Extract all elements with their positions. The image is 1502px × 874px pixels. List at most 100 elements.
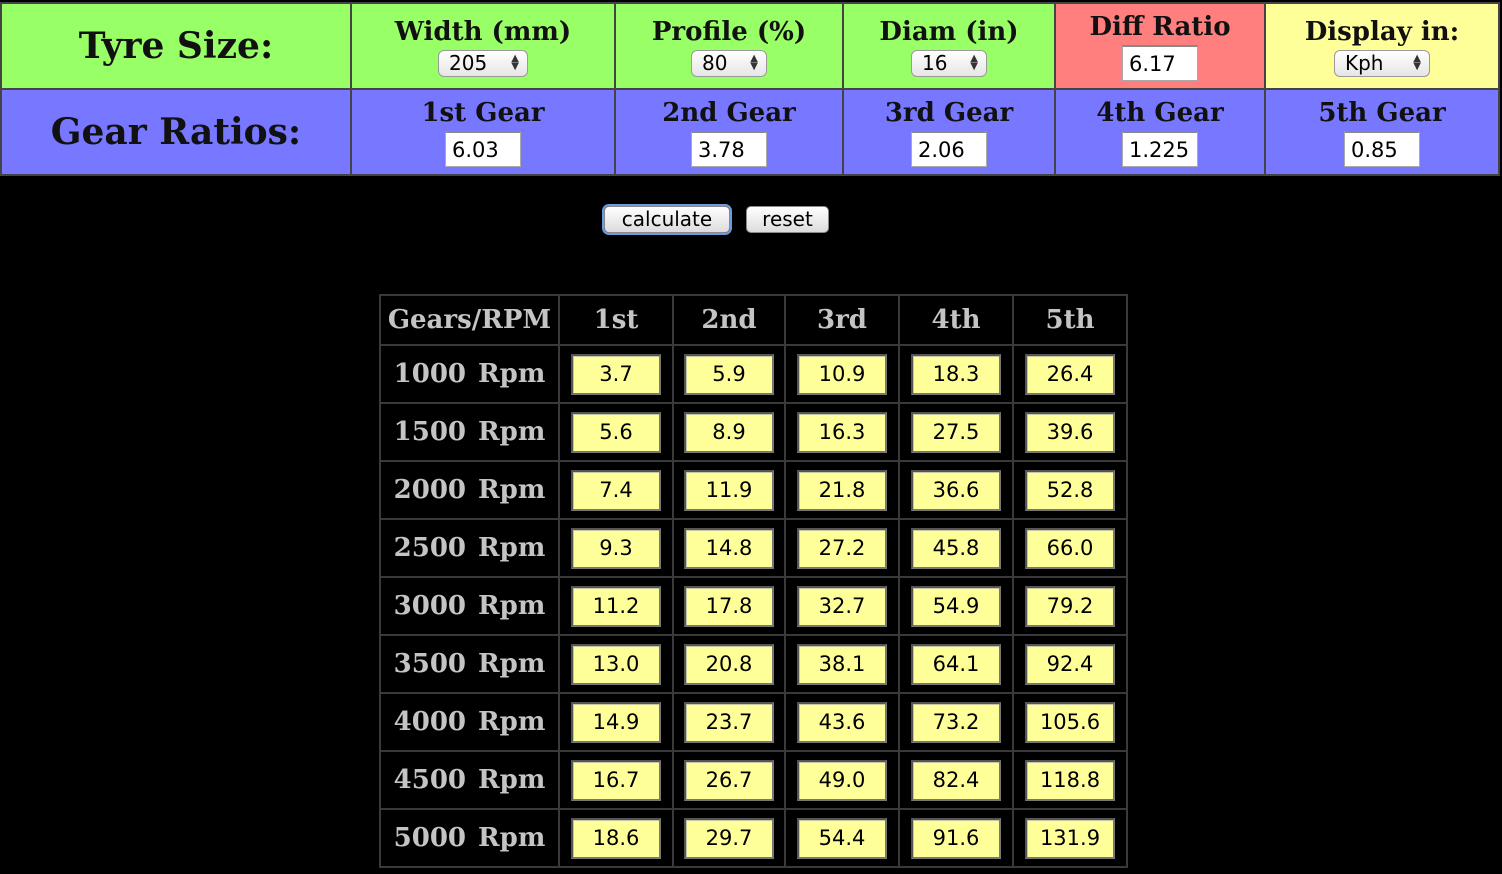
- rpm-value: 3500: [393, 649, 467, 679]
- table-row: 3500 Rpm 13.0 20.8 38.1 64.1 92.4: [379, 634, 1128, 694]
- rpm-unit: Rpm: [478, 707, 546, 737]
- speed-value-field[interactable]: 118.8: [1025, 759, 1115, 801]
- speed-value-field[interactable]: 39.6: [1025, 411, 1115, 453]
- speed-cell: 92.4: [1012, 634, 1128, 694]
- speed-cell: 16.3: [784, 402, 900, 462]
- speed-value-field[interactable]: 105.6: [1025, 701, 1115, 743]
- speed-value-field[interactable]: 36.6: [911, 469, 1001, 511]
- diam-select[interactable]: 16 ▲ ▼: [911, 49, 987, 77]
- speed-value-field[interactable]: 49.0: [797, 759, 887, 801]
- reset-button[interactable]: reset: [746, 206, 829, 233]
- speed-value-field[interactable]: 16.3: [797, 411, 887, 453]
- table-row: 3000 Rpm 11.2 17.8 32.7 54.9 79.2: [379, 576, 1128, 636]
- speed-value-field[interactable]: 10.9: [797, 353, 887, 395]
- speed-value-field[interactable]: 14.9: [571, 701, 661, 743]
- speed-cell: 91.6: [898, 808, 1014, 868]
- gear-2-input[interactable]: 3.78: [691, 131, 767, 167]
- speed-value-field[interactable]: 13.0: [571, 643, 661, 685]
- tyre-size-row: Tyre Size: Width (mm) 205 ▲ ▼ Profile (%)…: [0, 2, 1500, 90]
- gear-1-label: 1st Gear: [421, 98, 545, 128]
- speed-value-field[interactable]: 27.2: [797, 527, 887, 569]
- speed-value-field[interactable]: 64.1: [911, 643, 1001, 685]
- calculate-button[interactable]: calculate: [604, 206, 730, 233]
- rpm-label-cell: 1500 Rpm: [379, 402, 560, 462]
- speed-value-field[interactable]: 5.9: [684, 353, 774, 395]
- rpm-value: 1500: [393, 417, 467, 447]
- speed-value-field[interactable]: 82.4: [911, 759, 1001, 801]
- speed-value-field[interactable]: 131.9: [1025, 817, 1115, 859]
- rpm-value: 1000: [393, 359, 467, 389]
- speed-value-field[interactable]: 45.8: [911, 527, 1001, 569]
- rpm-label-cell: 2000 Rpm: [379, 460, 560, 520]
- table-row: 4000 Rpm 14.9 23.7 43.6 73.2 105.6: [379, 692, 1128, 752]
- speed-value-field[interactable]: 7.4: [571, 469, 661, 511]
- speed-value-field[interactable]: 43.6: [797, 701, 887, 743]
- speed-value-field[interactable]: 17.8: [684, 585, 774, 627]
- gear-5-label: 5th Gear: [1318, 98, 1446, 128]
- width-label: Width (mm): [394, 16, 572, 47]
- header-gear-2: 2nd: [672, 294, 786, 346]
- speed-value-field[interactable]: 26.7: [684, 759, 774, 801]
- speed-value-field[interactable]: 38.1: [797, 643, 887, 685]
- speed-cell: 21.8: [784, 460, 900, 520]
- speed-value-field[interactable]: 3.7: [571, 353, 661, 395]
- gear-2-label: 2nd Gear: [662, 98, 796, 128]
- gear-1-cell: 1st Gear 6.03: [350, 88, 616, 176]
- speed-value-field[interactable]: 18.3: [911, 353, 1001, 395]
- speed-value-field[interactable]: 92.4: [1025, 643, 1115, 685]
- speed-value-field[interactable]: 79.2: [1025, 585, 1115, 627]
- speed-value-field[interactable]: 52.8: [1025, 469, 1115, 511]
- diff-ratio-input[interactable]: 6.17: [1122, 45, 1198, 81]
- speed-value-field[interactable]: 29.7: [684, 817, 774, 859]
- display-unit-select[interactable]: Kph ▲ ▼: [1334, 49, 1430, 77]
- speed-value-field[interactable]: 8.9: [684, 411, 774, 453]
- table-row: 2500 Rpm 9.3 14.8 27.2 45.8 66.0: [379, 518, 1128, 578]
- display-label: Display in:: [1304, 16, 1460, 47]
- speed-value-field[interactable]: 54.9: [911, 585, 1001, 627]
- header-gear-4: 4th: [898, 294, 1014, 346]
- speed-value-field[interactable]: 20.8: [684, 643, 774, 685]
- gear-ratios-title-cell: Gear Ratios:: [0, 88, 352, 176]
- speed-value-field[interactable]: 91.6: [911, 817, 1001, 859]
- select-arrows-icon: ▲ ▼: [1413, 53, 1421, 72]
- rpm-unit: Rpm: [478, 591, 546, 621]
- speed-value-field[interactable]: 18.6: [571, 817, 661, 859]
- diff-ratio-cell: Diff Ratio 6.17: [1054, 2, 1266, 90]
- speed-value-field[interactable]: 27.5: [911, 411, 1001, 453]
- speed-value-field[interactable]: 23.7: [684, 701, 774, 743]
- width-select[interactable]: 205 ▲ ▼: [438, 49, 528, 77]
- header-gear-1: 1st: [558, 294, 674, 346]
- speed-value-field[interactable]: 66.0: [1025, 527, 1115, 569]
- select-arrows-icon: ▲ ▼: [750, 53, 758, 72]
- gear-3-input[interactable]: 2.06: [911, 131, 987, 167]
- profile-select[interactable]: 80 ▲ ▼: [691, 49, 767, 77]
- speed-value-field[interactable]: 11.2: [571, 585, 661, 627]
- speed-value-field[interactable]: 54.4: [797, 817, 887, 859]
- speed-value-field[interactable]: 14.8: [684, 527, 774, 569]
- gear-ratios-row: Gear Ratios: 1st Gear 6.03 2nd Gear 3.78…: [0, 88, 1500, 176]
- speed-value-field[interactable]: 73.2: [911, 701, 1001, 743]
- settings-table: Tyre Size: Width (mm) 205 ▲ ▼ Profile (%)…: [0, 2, 1500, 176]
- speed-value-field[interactable]: 21.8: [797, 469, 887, 511]
- speed-cell: 11.9: [672, 460, 786, 520]
- gear-1-input[interactable]: 6.03: [445, 131, 521, 167]
- speed-value-field[interactable]: 5.6: [571, 411, 661, 453]
- speed-value-field[interactable]: 32.7: [797, 585, 887, 627]
- diam-cell: Diam (in) 16 ▲ ▼: [842, 2, 1056, 90]
- gear-5-input[interactable]: 0.85: [1344, 131, 1420, 167]
- display-cell: Display in: Kph ▲ ▼: [1264, 2, 1500, 90]
- results-body: 1000 Rpm 3.7 5.9 10.9 18.3 26.4 1500 Rpm 5.6 8.9 16…: [379, 344, 1128, 868]
- width-cell: Width (mm) 205 ▲ ▼: [350, 2, 616, 90]
- table-row: 2000 Rpm 7.4 11.9 21.8 36.6 52.8: [379, 460, 1128, 520]
- gear-4-input[interactable]: 1.225: [1122, 131, 1198, 167]
- header-gear-5: 5th: [1012, 294, 1128, 346]
- speed-cell: 9.3: [558, 518, 674, 578]
- speed-value-field[interactable]: 26.4: [1025, 353, 1115, 395]
- diff-ratio-label: Diff Ratio: [1089, 12, 1231, 42]
- profile-cell: Profile (%) 80 ▲ ▼: [614, 2, 844, 90]
- table-row: 1000 Rpm 3.7 5.9 10.9 18.3 26.4: [379, 344, 1128, 404]
- speed-value-field[interactable]: 9.3: [571, 527, 661, 569]
- speed-value-field[interactable]: 11.9: [684, 469, 774, 511]
- speed-value-field[interactable]: 16.7: [571, 759, 661, 801]
- rpm-value: 5000: [393, 823, 467, 853]
